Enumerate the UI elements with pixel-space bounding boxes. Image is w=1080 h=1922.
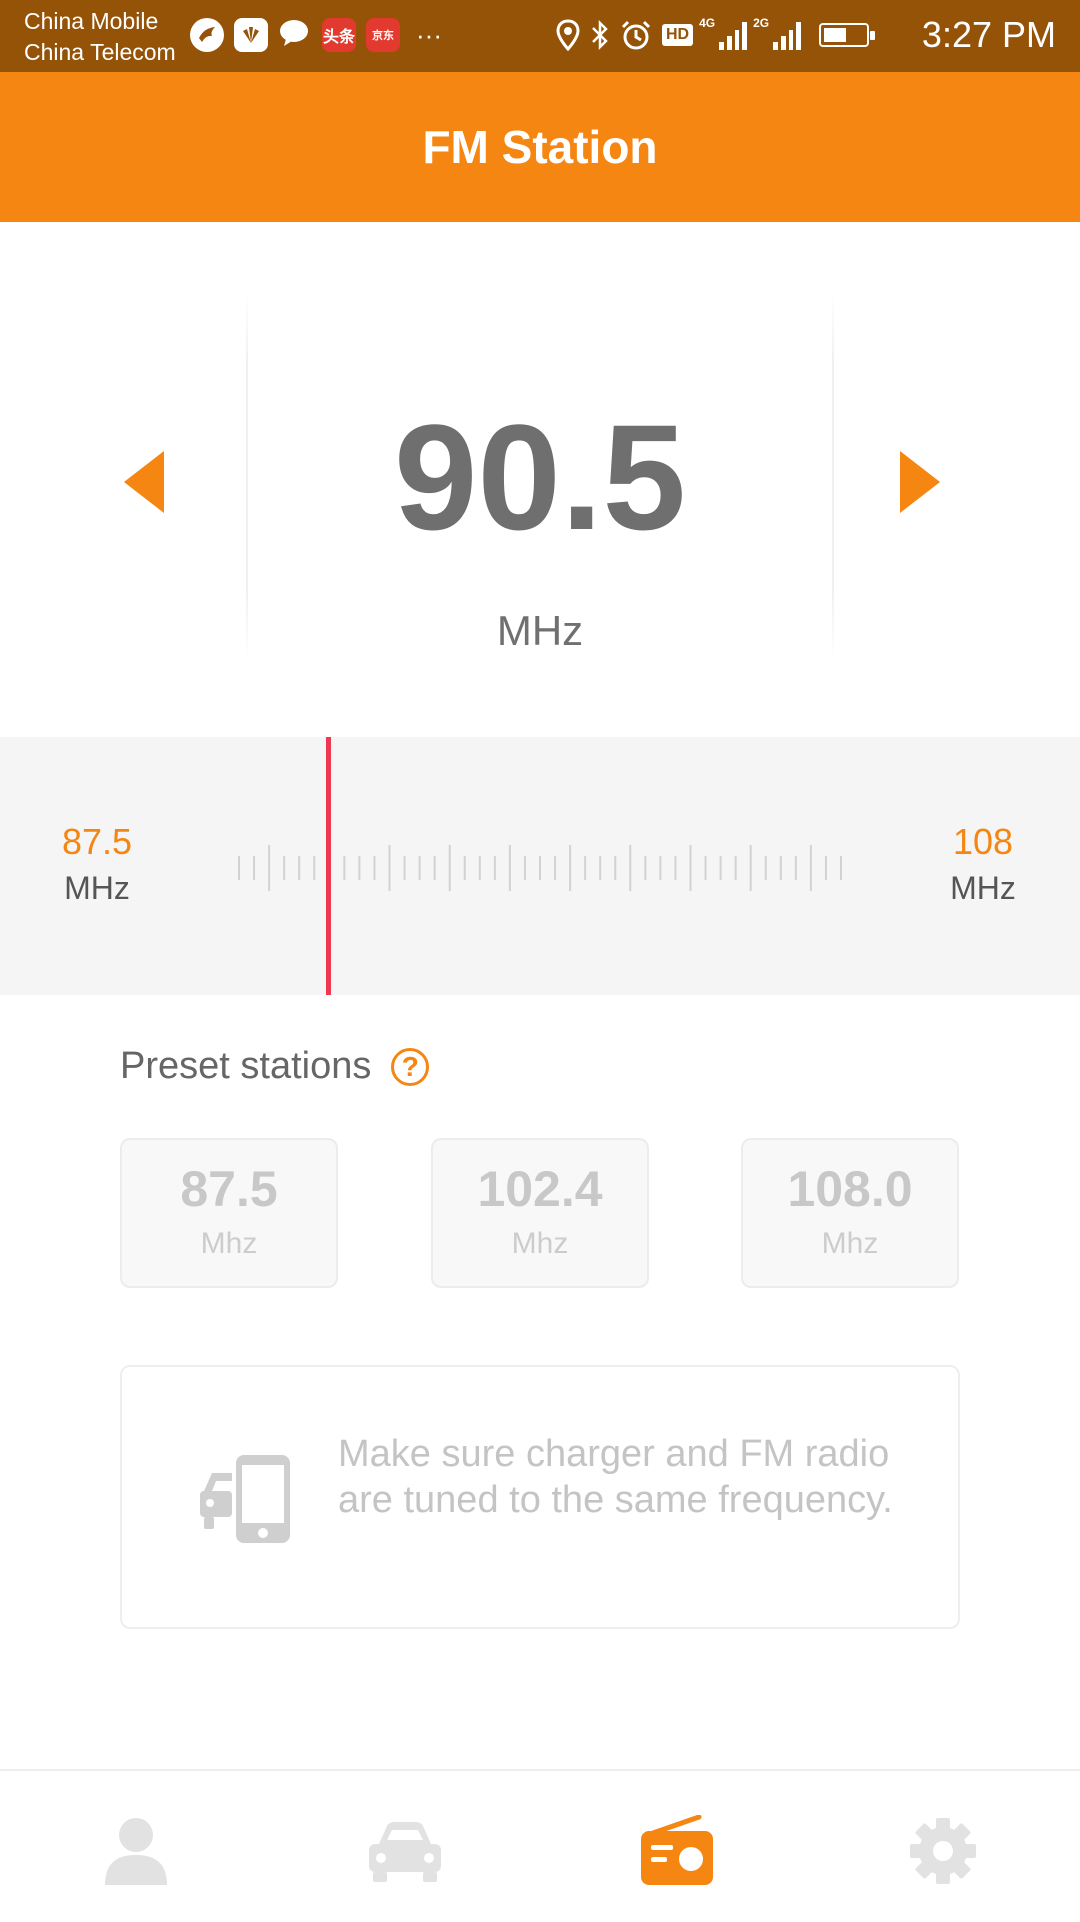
preset-value: 102.4	[477, 1161, 603, 1217]
carrier-1: China Mobile	[24, 8, 159, 34]
person-icon	[105, 1818, 167, 1885]
tab-profile[interactable]	[91, 1811, 181, 1891]
preset-value: 108.0	[787, 1161, 913, 1217]
app-header: FM Station	[0, 72, 1080, 222]
bottom-navigation	[0, 1769, 1080, 1922]
clock: 3:27 PM	[921, 14, 1056, 55]
signal-2g-icon: 2G	[753, 16, 802, 50]
jd-icon: 京东	[366, 18, 400, 52]
help-icon[interactable]: ?	[391, 1047, 430, 1086]
frequency-dial[interactable]: 87.5 MHz 108 MHz	[0, 737, 1080, 995]
preset-station-1[interactable]: 87.5 Mhz	[120, 1138, 338, 1288]
frequency-needle[interactable]	[326, 737, 331, 995]
net-label-1: 4G	[699, 16, 716, 30]
tab-car[interactable]	[360, 1811, 450, 1891]
dial-max-unit: MHz	[950, 870, 1016, 906]
bird-app-icon	[190, 18, 224, 52]
toutiao-icon: 头条	[322, 18, 356, 52]
preset-unit: Mhz	[821, 1227, 879, 1260]
hd-label: HD	[662, 24, 694, 46]
dial-min-label: 87.5 MHz	[52, 819, 142, 911]
overflow-dots: ···	[416, 20, 442, 50]
car-phone-icon	[200, 1455, 290, 1543]
preset-station-3[interactable]: 108.0 Mhz	[741, 1138, 959, 1288]
preset-unit: Mhz	[511, 1227, 569, 1260]
huawei-icon	[234, 18, 268, 52]
status-bar: China Mobile China Telecom 头条 京东 ··· HD …	[0, 0, 1080, 72]
frequency-tuner: 90.5 MHz	[0, 222, 1080, 737]
gear-icon	[910, 1818, 976, 1884]
preset-station-2[interactable]: 102.4 Mhz	[431, 1138, 649, 1288]
net-label-2: 2G	[753, 16, 770, 30]
location-icon	[556, 18, 580, 52]
system-icons: HD 4G 2G	[556, 16, 876, 52]
carrier-info: China Mobile China Telecom	[24, 6, 176, 68]
preset-unit: Mhz	[200, 1227, 258, 1260]
current-frequency: 90.5	[394, 393, 686, 561]
hd-icon: HD	[662, 18, 694, 52]
dial-min-unit: MHz	[64, 870, 130, 906]
preset-value: 87.5	[180, 1161, 278, 1217]
signal-4g-icon: 4G	[699, 16, 748, 50]
battery-icon	[819, 18, 876, 52]
carrier-2: China Telecom	[24, 39, 176, 65]
tab-settings[interactable]	[898, 1811, 988, 1891]
info-text: Make sure charger and FM radio are tuned…	[338, 1433, 893, 1521]
notification-icons: 头条 京东 ···	[190, 18, 442, 52]
car-icon	[369, 1822, 441, 1882]
preset-header: Preset stations ?	[120, 1045, 430, 1088]
dial-max-value: 108	[952, 821, 1014, 862]
frequency-unit: MHz	[496, 607, 584, 654]
alarm-icon	[620, 18, 652, 52]
chat-bubble-icon	[278, 18, 312, 52]
info-card: Make sure charger and FM radio are tuned…	[120, 1365, 960, 1629]
preset-heading: Preset stations	[120, 1045, 372, 1087]
tab-radio[interactable]	[632, 1811, 722, 1891]
dial-max-label: 108 MHz	[938, 819, 1028, 911]
radio-icon	[641, 1815, 713, 1885]
bluetooth-icon	[590, 18, 610, 52]
page-title: FM Station	[422, 121, 658, 173]
dial-min-value: 87.5	[61, 821, 133, 862]
